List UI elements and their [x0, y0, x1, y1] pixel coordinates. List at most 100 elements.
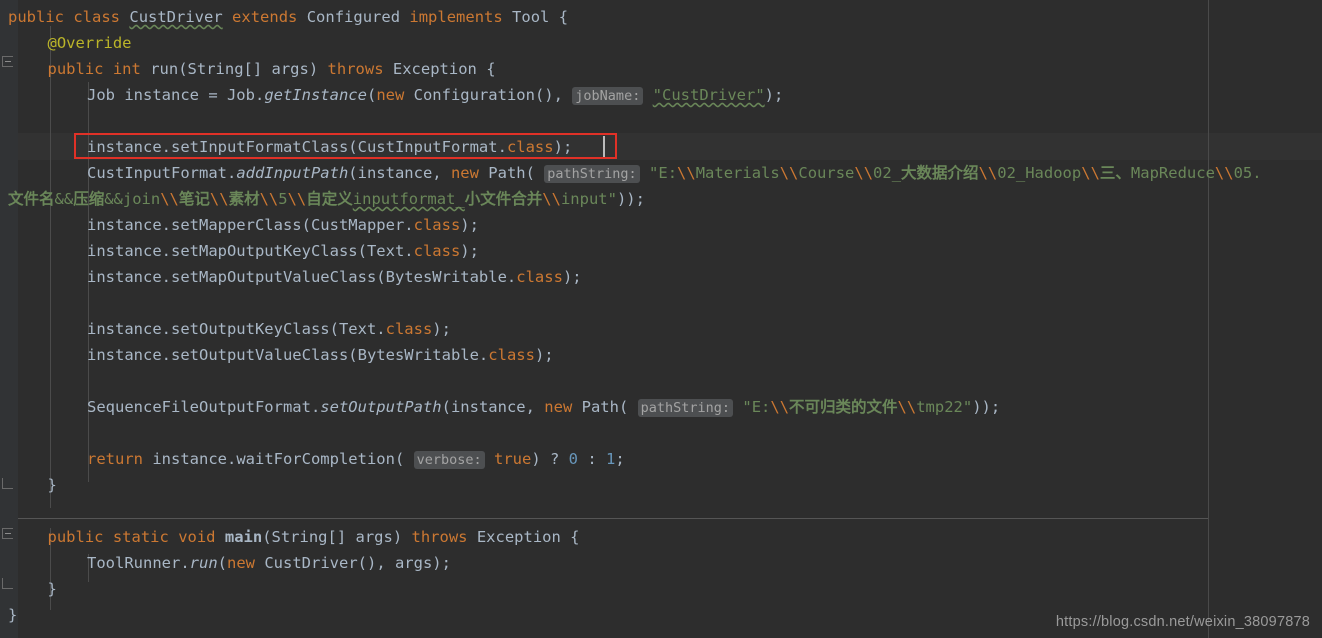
- code-token: Tool {: [512, 8, 569, 26]
- code-token: );: [553, 138, 573, 156]
- code-token: Path(: [478, 164, 545, 182]
- code-token: ): [308, 60, 328, 78]
- code-token: getInstance: [264, 86, 367, 104]
- code-token: inputformat_: [352, 190, 465, 208]
- code-token: new: [450, 164, 479, 182]
- code-token: Materials: [695, 164, 780, 182]
- code-line[interactable]: ToolRunner.run(new CustDriver(), args);: [87, 550, 451, 576]
- code-token: &&: [54, 190, 74, 208]
- code-token: class: [488, 346, 535, 364]
- code-token: 02_Hadoop: [997, 164, 1082, 182]
- code-token: Exception {: [467, 528, 580, 546]
- code-token: \\: [1081, 164, 1100, 182]
- code-token: ;: [615, 450, 625, 468]
- code-token: \\: [160, 190, 179, 208]
- code-token: instance.setMapOutputKeyClass(Text.: [87, 242, 414, 260]
- code-line[interactable]: public int run(String[] args) throws Exc…: [48, 56, 496, 82]
- code-token: public: [47, 528, 104, 546]
- code-token: 1: [606, 450, 616, 468]
- code-line[interactable]: instance.setMapperClass(CustMapper.class…: [87, 212, 479, 238]
- code-token: &&: [104, 190, 123, 208]
- code-token: "CustDriver": [652, 86, 765, 104]
- code-token: class: [516, 268, 563, 286]
- code-token: 大数据介绍: [901, 164, 979, 182]
- code-token: input": [560, 190, 617, 208]
- code-token: 文件名: [8, 190, 55, 208]
- code-token: );: [460, 242, 479, 260]
- code-line[interactable]: @Override: [48, 30, 132, 56]
- code-token: \\: [770, 398, 790, 416]
- watermark-url: https://blog.csdn.net/weixin_38097878: [1055, 614, 1310, 630]
- code-token: verbose:: [413, 451, 485, 469]
- code-token: \\: [978, 164, 998, 182]
- code-token: instance.setMapperClass(CustMapper.: [87, 216, 414, 234]
- code-line[interactable]: instance.setOutputValueClass(BytesWritab…: [87, 342, 554, 368]
- code-token: MapReduce: [1130, 164, 1215, 182]
- code-token: \\: [897, 398, 917, 416]
- code-token: CustInputFormat.: [87, 164, 237, 182]
- code-line[interactable]: instance.setMapOutputValueClass(BytesWri…: [87, 264, 582, 290]
- code-token: run: [189, 554, 218, 572]
- code-token: 不可归类的文件: [789, 398, 898, 416]
- code-token: new: [544, 398, 573, 416]
- code-token: throws: [411, 528, 468, 546]
- code-token: (String[] args): [262, 528, 412, 546]
- code-line[interactable]: SequenceFileOutputFormat.setOutputPath(i…: [87, 394, 1000, 420]
- code-line[interactable]: Job instance = Job.getInstance(new Confi…: [87, 82, 783, 108]
- code-token: );: [764, 86, 784, 104]
- code-line[interactable]: instance.setMapOutputKeyClass(Text.class…: [87, 238, 479, 264]
- code-token: 自定义: [306, 190, 353, 208]
- code-token: String[] args: [187, 60, 309, 78]
- code-token: );: [534, 346, 554, 364]
- code-token: 压缩: [73, 190, 105, 208]
- code-token: public: [47, 60, 104, 78]
- code-token: public: [8, 8, 64, 26]
- code-token: Configured: [306, 8, 401, 26]
- code-token: join: [122, 190, 161, 208]
- code-line[interactable]: }: [48, 576, 57, 602]
- code-token: \\: [677, 164, 696, 182]
- code-line[interactable]: 文件名&&压缩&&join\\笔记\\素材\\5\\自定义inputformat…: [8, 186, 645, 212]
- code-token: implements: [409, 8, 503, 26]
- code-token: instance.setOutputValueClass(BytesWritab…: [87, 346, 489, 364]
- code-token: (: [366, 86, 377, 104]
- code-token: ));: [616, 190, 645, 208]
- code-line[interactable]: public static void main(String[] args) t…: [48, 524, 580, 550]
- code-line[interactable]: public class CustDriver extends Configur…: [8, 4, 568, 30]
- code-text-area[interactable]: public class CustDriver extends Configur…: [0, 0, 1322, 638]
- code-token: }: [47, 476, 57, 494]
- code-token: new: [227, 554, 255, 572]
- code-token: jobName:: [572, 87, 644, 105]
- code-token: instance.waitForCompletion(: [143, 450, 414, 468]
- code-editor[interactable]: public class CustDriver extends Configur…: [0, 0, 1322, 638]
- code-token: 02_: [873, 164, 902, 182]
- code-token: }: [8, 606, 18, 624]
- code-token: 笔记: [178, 190, 210, 208]
- code-token: 小文件合并: [464, 190, 543, 208]
- code-token: Course: [798, 164, 855, 182]
- code-token: ToolRunner.: [87, 554, 190, 572]
- code-token: int: [112, 60, 141, 78]
- code-line[interactable]: CustInputFormat.addInputPath(instance, n…: [87, 160, 1262, 186]
- code-line[interactable]: instance.setOutputKeyClass(Text.class);: [87, 316, 451, 342]
- code-line[interactable]: instance.setInputFormatClass(CustInputFo…: [87, 134, 572, 160]
- code-token: 三、: [1099, 164, 1131, 182]
- code-line[interactable]: return instance.waitForCompletion( verbo…: [87, 446, 625, 472]
- code-token: 0: [568, 450, 578, 468]
- code-token: tmp22": [916, 398, 973, 416]
- code-token: instance.setMapOutputValueClass(BytesWri…: [87, 268, 517, 286]
- code-line[interactable]: }: [48, 472, 57, 498]
- code-line[interactable]: }: [8, 602, 17, 628]
- code-token: void: [178, 528, 216, 546]
- code-token: class: [413, 216, 461, 234]
- code-token: (: [178, 60, 188, 78]
- code-token: new: [376, 86, 405, 104]
